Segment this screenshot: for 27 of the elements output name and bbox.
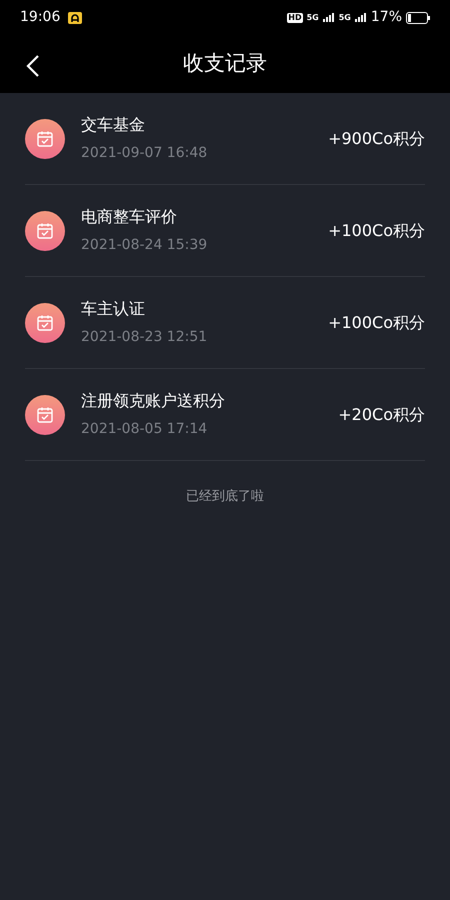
- record-title: 车主认证: [81, 298, 146, 320]
- points-amount: +100Co积分: [328, 312, 425, 334]
- signal-icon: [322, 13, 335, 22]
- signal-icon: [354, 13, 367, 22]
- record-time: 2021-08-23 12:51: [81, 328, 208, 347]
- calendar-icon: [25, 210, 65, 250]
- network-label: 5G: [338, 14, 351, 22]
- calendar-icon: [25, 394, 65, 434]
- battery-percent: 17%: [370, 8, 402, 27]
- status-time: 19:06: [20, 8, 60, 27]
- end-of-list-text: 已经到底了啦: [186, 489, 264, 504]
- points-amount: +100Co积分: [328, 220, 425, 242]
- calendar-icon: [25, 302, 65, 342]
- record-title: 注册领克账户送积分: [81, 390, 226, 412]
- record-time: 2021-09-07 16:48: [81, 144, 208, 163]
- record-time: 2021-08-24 15:39: [81, 236, 208, 255]
- page-title: 收支记录: [183, 50, 267, 78]
- network-label: 5G: [306, 14, 319, 22]
- app-notification-icon: [68, 12, 82, 24]
- points-amount: +20Co积分: [338, 404, 425, 426]
- calendar-icon: [25, 118, 65, 158]
- record-time: 2021-08-05 17:14: [81, 420, 208, 439]
- battery-icon: [406, 12, 430, 24]
- points-amount: +900Co积分: [328, 128, 425, 150]
- hd-label: HD: [287, 12, 303, 22]
- record-title: 电商整车评价: [81, 206, 178, 228]
- record-title: 交车基金: [81, 114, 146, 136]
